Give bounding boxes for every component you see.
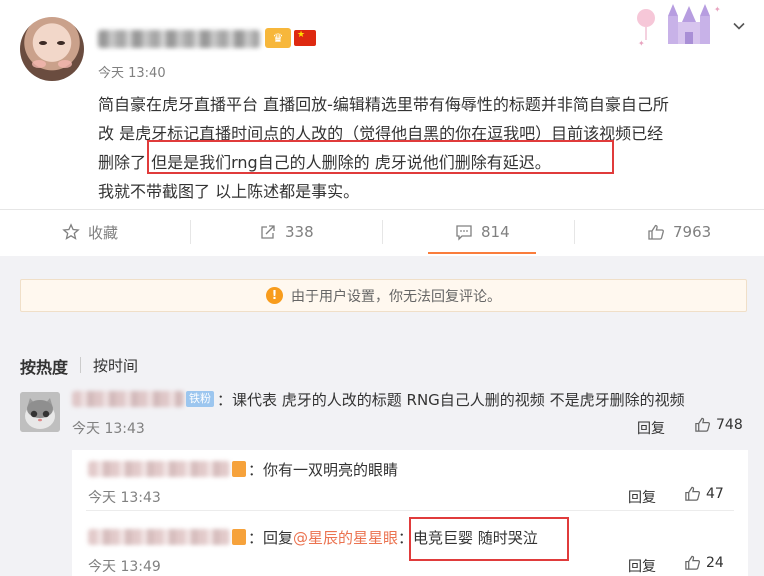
repost-icon bbox=[261, 225, 275, 239]
thumbs-up-icon bbox=[685, 486, 700, 501]
notice-text: 由于用户设置，你无法回复评论。 bbox=[291, 288, 501, 305]
author-avatar[interactable] bbox=[20, 17, 84, 81]
post-line: 我就不带截图了 以上陈述都是事实。 bbox=[98, 182, 360, 201]
star-icon bbox=[62, 223, 80, 240]
comment-count: 814 bbox=[481, 223, 510, 241]
reply-time: 今天 13:49 bbox=[88, 559, 161, 575]
fan-badge: 铁粉 bbox=[186, 391, 214, 407]
replier-name-redacted[interactable] bbox=[88, 461, 230, 477]
comment-button[interactable]: 814 bbox=[455, 211, 510, 253]
reply-text: ：你有一双明亮的眼睛 bbox=[248, 461, 399, 479]
castle-decoration-icon: ✦ ✦ bbox=[637, 4, 721, 48]
comment-like-button[interactable]: 748 bbox=[694, 416, 743, 433]
active-tab-indicator bbox=[428, 252, 536, 254]
divider bbox=[382, 220, 383, 244]
commenter-avatar[interactable] bbox=[20, 392, 60, 432]
comment-like-count: 748 bbox=[716, 416, 743, 433]
reply-disabled-notice: ! 由于用户设置，你无法回复评论。 bbox=[20, 279, 747, 312]
favorite-label: 收藏 bbox=[88, 223, 119, 242]
exclamation-icon: ! bbox=[266, 287, 283, 304]
divider bbox=[190, 220, 191, 244]
sort-by-hot-tab[interactable]: 按热度 bbox=[20, 354, 68, 378]
like-button[interactable]: 7963 bbox=[647, 211, 711, 253]
reply-button[interactable]: 回复 bbox=[628, 556, 656, 576]
reply-like-button[interactable]: 47 bbox=[684, 485, 724, 502]
repost-count: 338 bbox=[285, 223, 314, 241]
favorite-button[interactable]: 收藏 bbox=[62, 211, 118, 253]
repost-button[interactable]: 338 bbox=[259, 211, 314, 253]
comment-time: 今天 13:43 bbox=[72, 421, 145, 437]
divider bbox=[574, 220, 575, 244]
reply-button[interactable]: 回复 bbox=[628, 487, 656, 507]
reply-prefix: ：回复 bbox=[248, 529, 294, 547]
china-flag-icon: ★ bbox=[294, 30, 316, 46]
chevron-down-icon[interactable] bbox=[732, 19, 746, 33]
sort-by-time-tab[interactable]: 按时间 bbox=[93, 355, 138, 376]
cat-avatar-icon bbox=[20, 392, 60, 432]
reply-button[interactable]: 回复 bbox=[637, 418, 665, 438]
post-time[interactable]: 今天 13:40 bbox=[98, 62, 166, 81]
crown-badge-icon: ♛ bbox=[265, 28, 291, 48]
reply-like-count: 47 bbox=[706, 485, 724, 502]
thumbs-up-icon bbox=[648, 224, 664, 240]
thumbs-up-icon bbox=[685, 555, 700, 570]
replier-name-redacted[interactable] bbox=[88, 529, 230, 545]
like-count: 7963 bbox=[673, 223, 712, 241]
svg-text:✦: ✦ bbox=[638, 39, 645, 48]
post-line: 简自豪在虎牙直播平台 直播回放-编辑精选里带有侮辱性的标题并非简自豪自己所 bbox=[98, 95, 669, 114]
divider bbox=[86, 510, 734, 511]
commenter-name-redacted[interactable] bbox=[72, 391, 184, 407]
highlight-annotation-box bbox=[409, 517, 569, 561]
reply-like-count: 24 bbox=[706, 554, 724, 571]
comment-text: ：课代表 虎牙的人改的标题 RNG自己人删的视频 不是虎牙删除的视频 bbox=[217, 391, 685, 409]
mention-link[interactable]: @星辰的星星眼 bbox=[293, 529, 398, 547]
reply-time: 今天 13:43 bbox=[88, 490, 161, 506]
reply-like-button[interactable]: 24 bbox=[684, 554, 724, 571]
svg-text:✦: ✦ bbox=[714, 5, 721, 14]
highlight-annotation-box bbox=[147, 140, 614, 174]
divider bbox=[80, 357, 81, 373]
author-name-redacted[interactable] bbox=[98, 30, 260, 48]
vip-icon bbox=[232, 461, 246, 477]
divider bbox=[0, 209, 764, 210]
thumbs-up-icon bbox=[695, 417, 710, 432]
vip-icon bbox=[232, 529, 246, 545]
comment-icon bbox=[456, 225, 472, 241]
